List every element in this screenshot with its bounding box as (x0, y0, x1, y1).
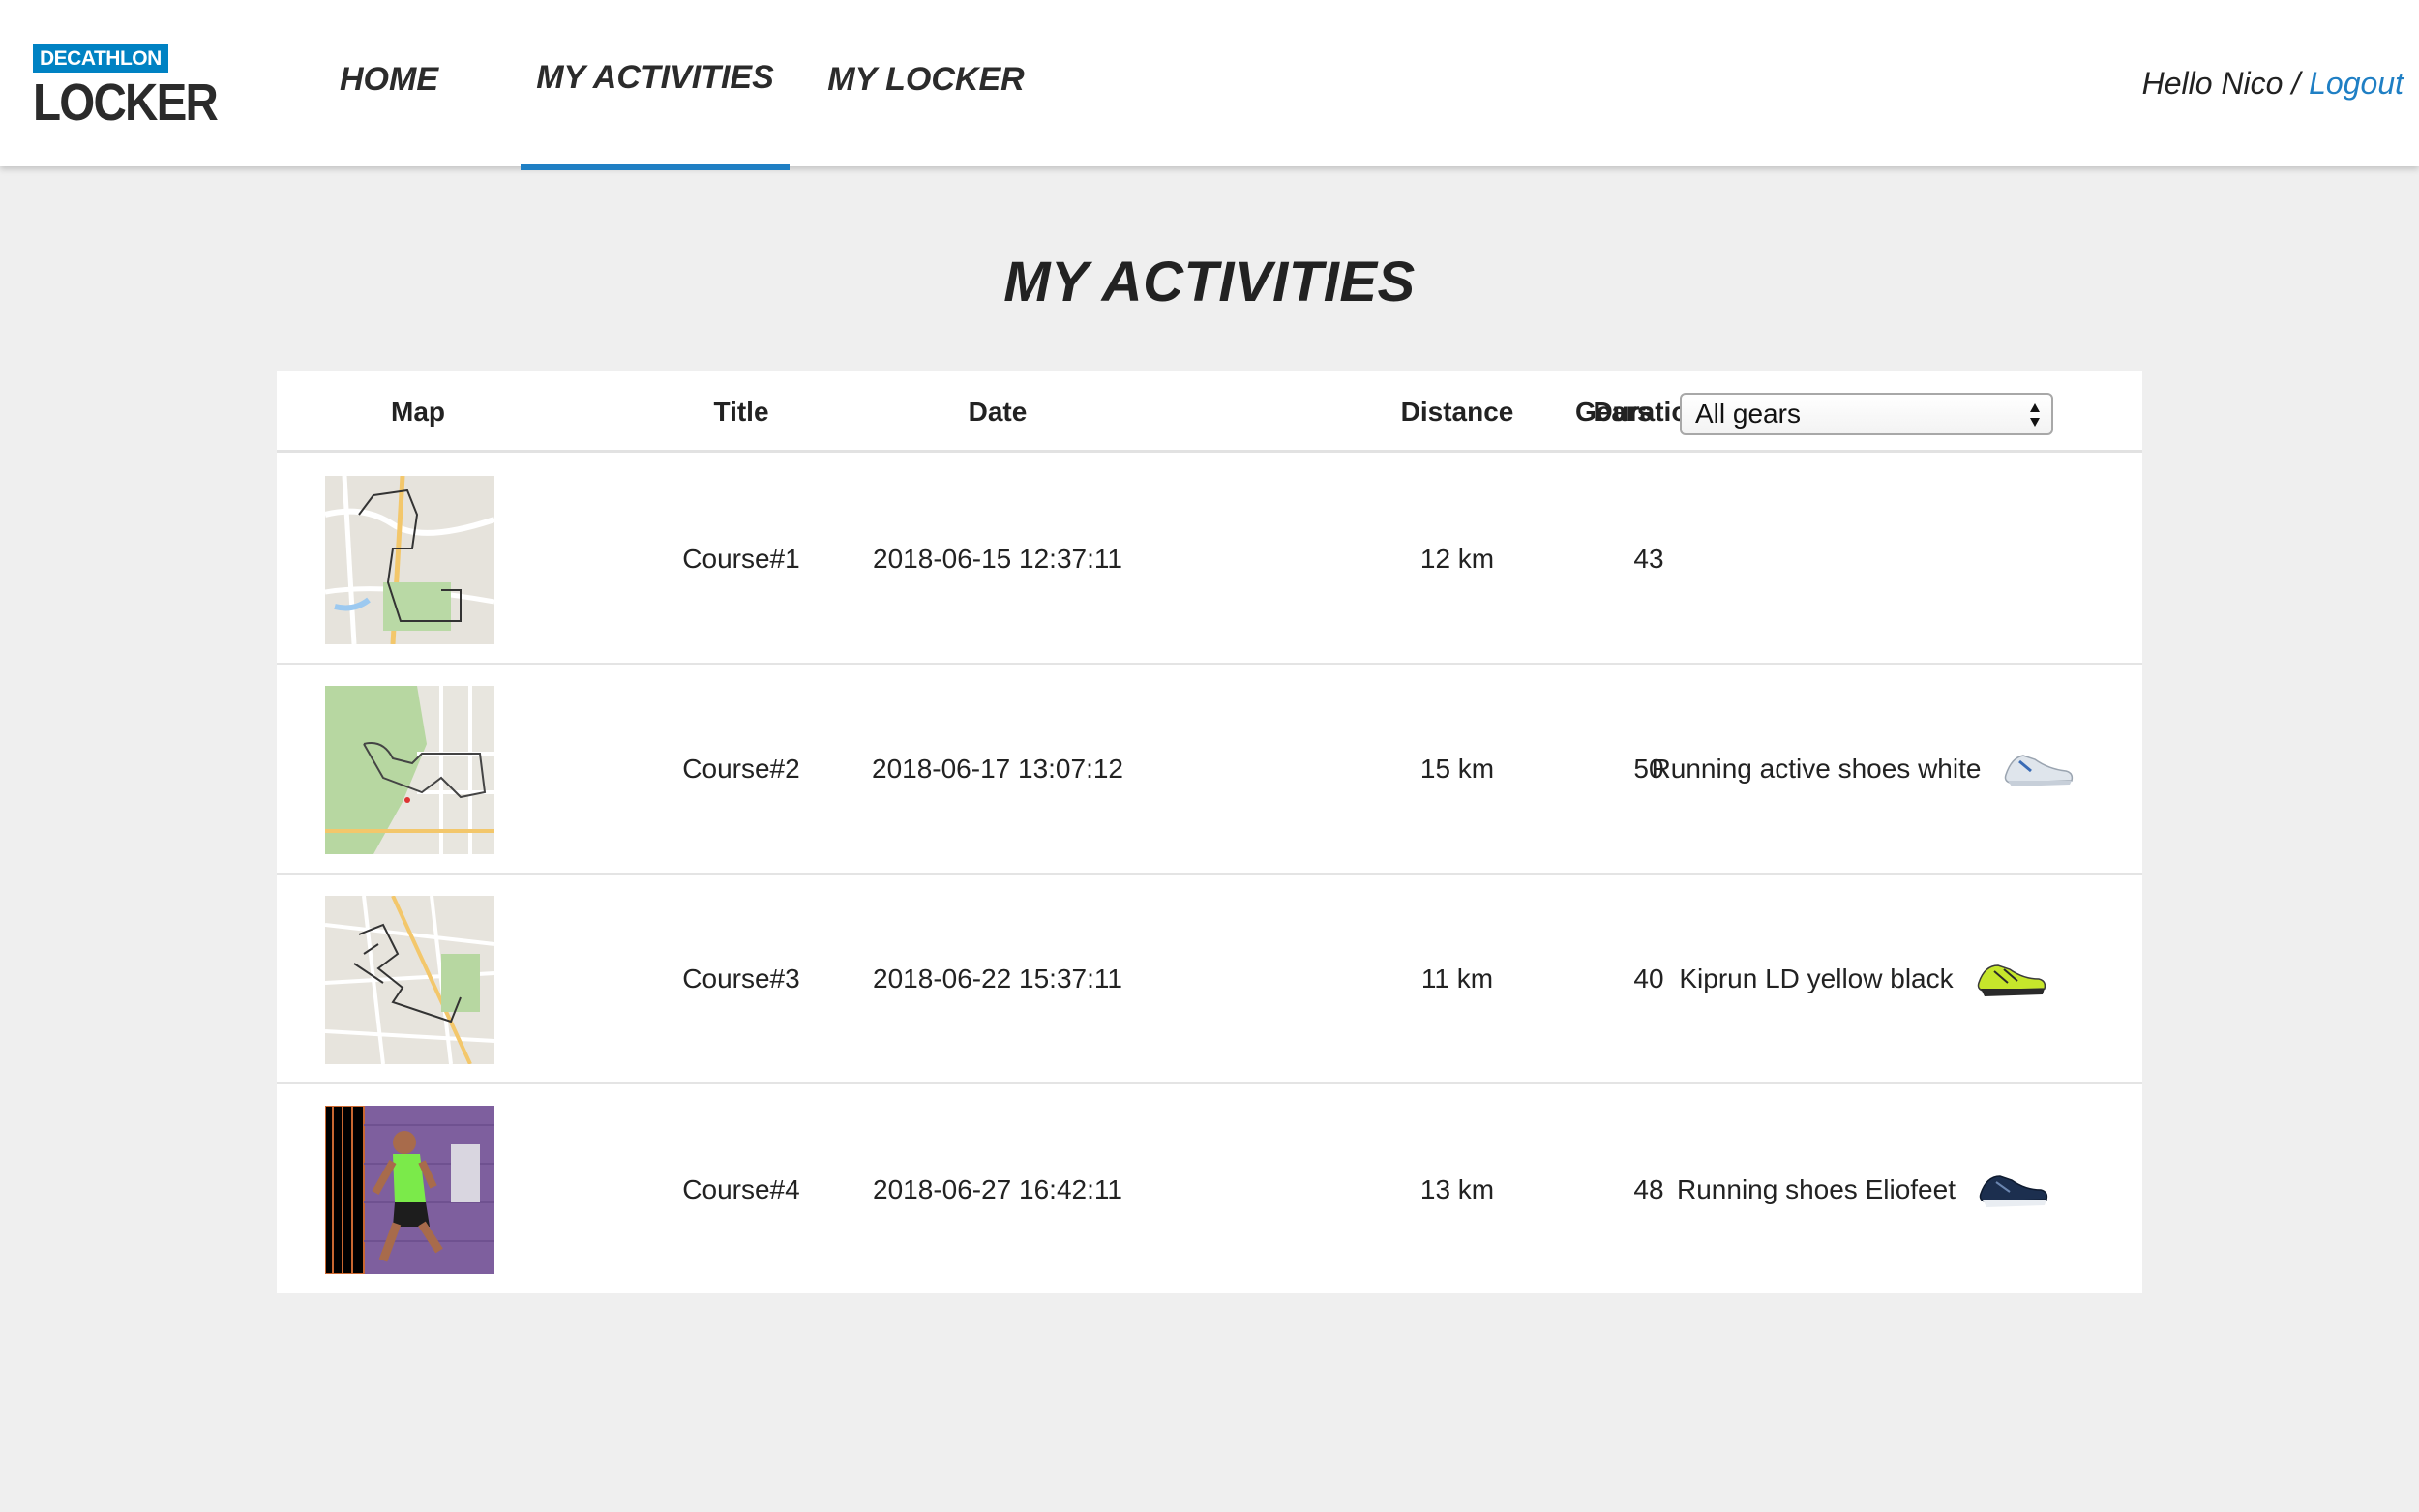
activity-date: 2018-06-15 12:37:11 (873, 543, 1122, 574)
activity-gear[interactable]: Running active shoes white (1612, 665, 2115, 873)
runner-photo-thumbnail[interactable] (325, 1106, 494, 1274)
decathlon-badge: DECATHLON (33, 44, 168, 73)
activity-distance: 12 km (1419, 543, 1495, 574)
table-header: Map Title Date Distance Duration Gears A… (277, 371, 2142, 453)
activity-distance: 11 km (1420, 963, 1494, 993)
user-area: Hello Nico / Logout (2142, 64, 2404, 103)
gear-filter-value: All gears (1695, 399, 1801, 429)
table-row[interactable]: Course#4 2018-06-27 16:42:11 13 km 48 Ru… (277, 1084, 2142, 1294)
decathlon-locker-logo[interactable]: DECATHLON LOCKER (33, 44, 219, 129)
column-header-gears: Gears (1575, 397, 1653, 427)
table-row[interactable]: Course#1 2018-06-15 12:37:11 12 km 43 (277, 455, 2142, 665)
logout-link[interactable]: Logout (2309, 66, 2404, 101)
table-row[interactable]: Course#2 2018-06-17 13:07:12 15 km 50 Ru… (277, 665, 2142, 875)
column-header-map: Map (391, 397, 445, 427)
column-header-date: Date (968, 397, 1028, 427)
activity-distance: 13 km (1419, 1173, 1495, 1204)
select-updown-icon (2030, 403, 2040, 427)
gear-name: Kiprun LD yellow black (1679, 963, 1954, 993)
activity-date: 2018-06-22 15:37:11 (873, 963, 1122, 993)
column-header-distance: Distance (1400, 397, 1514, 427)
gear-name: Running active shoes white (1651, 753, 1982, 784)
yellow-running-shoe-icon (1977, 964, 2046, 996)
page-title: MY ACTIVITIES (1003, 251, 1416, 313)
activity-gear[interactable]: Kiprun LD yellow black (1612, 875, 2115, 1082)
activity-duration: 43 (1633, 543, 1664, 574)
top-navigation-bar: DECATHLON LOCKER HOME MY ACTIVITIES MY L… (0, 0, 2419, 166)
user-greeting: Hello Nico / (2141, 66, 2301, 101)
activities-table: Map Title Date Distance Duration Gears A… (277, 371, 2142, 1293)
active-tab-indicator (521, 164, 790, 170)
activity-gear[interactable]: Running shoes Eliofeet (1612, 1084, 2115, 1294)
route-map-thumbnail[interactable] (325, 476, 494, 644)
nav-my-locker[interactable]: MY LOCKER (822, 60, 1030, 99)
white-running-shoe-icon (2005, 754, 2074, 786)
activity-distance: 15 km (1419, 753, 1495, 784)
route-map-thumbnail[interactable] (325, 896, 494, 1064)
nav-home[interactable]: HOME (320, 60, 458, 99)
table-row[interactable]: Course#3 2018-06-22 15:37:11 11 km 40 Ki… (277, 875, 2142, 1084)
activity-date: 2018-06-17 13:07:12 (872, 753, 1123, 784)
gear-filter-select[interactable]: All gears (1680, 393, 2053, 435)
navy-running-shoe-icon (1979, 1174, 2048, 1207)
locker-wordmark: LOCKER (33, 74, 219, 132)
route-map-thumbnail[interactable] (325, 686, 494, 854)
nav-my-activities[interactable]: MY ACTIVITIES (521, 58, 790, 97)
gear-name: Running shoes Eliofeet (1677, 1173, 1956, 1204)
activity-date: 2018-06-27 16:42:11 (873, 1173, 1122, 1204)
